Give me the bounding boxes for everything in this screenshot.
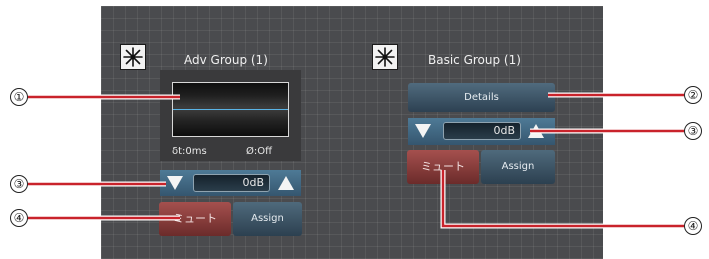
callout-1: ①	[10, 88, 28, 106]
callout-leaders	[28, 92, 684, 229]
callout-3-left: ③	[10, 175, 28, 193]
callout-3-right: ③	[684, 122, 702, 140]
callout-4-left: ④	[10, 209, 28, 227]
callout-2: ②	[684, 86, 702, 104]
callout-4-right: ④	[684, 217, 702, 235]
callout-line-4-right	[441, 170, 684, 228]
